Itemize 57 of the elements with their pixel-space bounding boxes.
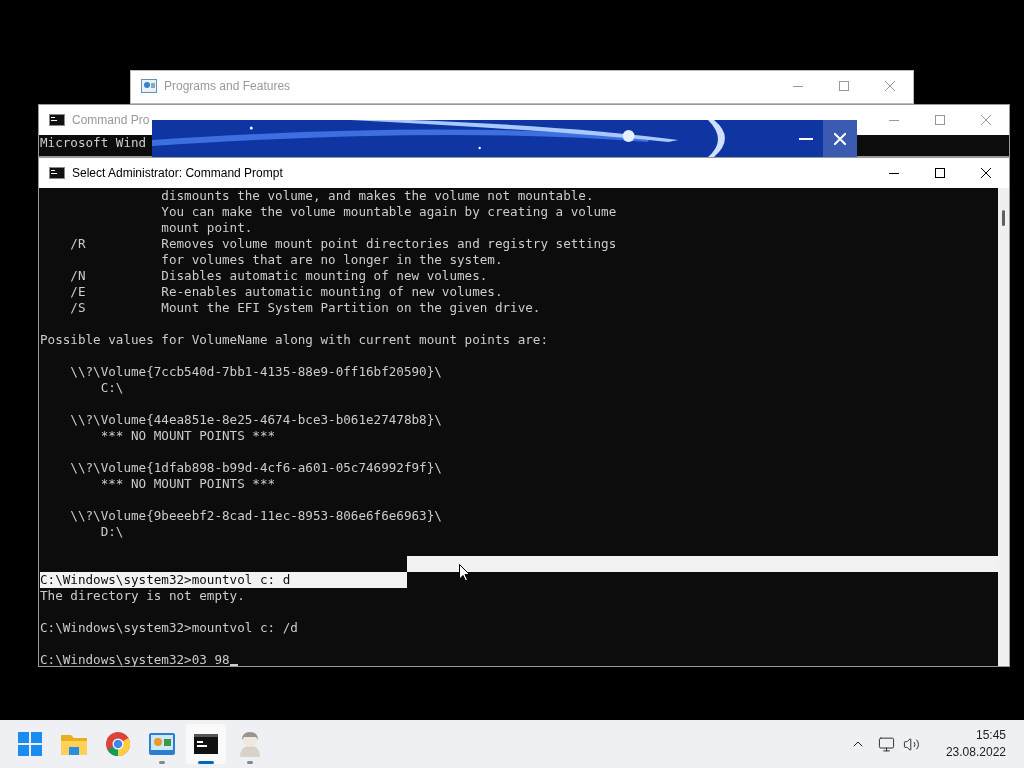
browser-icon — [106, 732, 130, 756]
console-line: dismounts the volume, and makes the volume not mountable. — [160, 188, 594, 204]
folder-icon — [61, 733, 87, 755]
console-line: /N Disables automatic mounting of new volumes. — [69, 268, 488, 284]
maximize-icon — [935, 115, 945, 125]
running-indicator — [198, 761, 214, 764]
minimize-icon — [889, 172, 899, 174]
windows-logo-icon — [18, 732, 42, 756]
console-line: D:\ — [99, 524, 124, 540]
taskbar-button[interactable] — [186, 724, 226, 764]
console-line: C:\Windows\system32>03 98 — [40, 652, 230, 666]
console-line: C:\ — [99, 380, 124, 396]
close-icon — [981, 168, 991, 178]
console-line: The directory is not empty. — [40, 588, 245, 604]
maximize-icon — [935, 168, 945, 178]
console-line: /E Re-enables automatic mounting of new volumes. — [69, 284, 503, 300]
volume-icon[interactable] — [902, 735, 920, 753]
control-panel-icon — [141, 78, 157, 94]
console-line: /R Removes volume mount point directories and registry settings — [69, 236, 617, 252]
console-line: You can make the volume mountable again by creating a volume — [160, 204, 617, 220]
running-indicator — [247, 761, 253, 764]
console-line: \\?\Volume{44ea851e-8e25-4674-bce3-b061e27478b8}\ — [69, 412, 442, 428]
minimize-icon — [793, 85, 803, 87]
close-icon — [834, 132, 846, 145]
scrollbar[interactable] — [998, 188, 1009, 666]
console-icon — [49, 167, 65, 179]
window-title: Command Pro — [72, 112, 150, 129]
maximize-icon — [839, 81, 849, 91]
console-line: C:\Windows\system32>mountvol c: /d — [40, 620, 298, 636]
console-line: *** NO MOUNT POINTS *** — [99, 476, 276, 492]
terminal-icon — [194, 734, 218, 754]
text-cursor — [229, 664, 238, 666]
console-line: \\?\Volume{7ccb540d-7bb1-4135-88e9-0ff16bf20590}\ — [69, 364, 442, 380]
console-line: \\?\Volume{1dfab898-b99d-4cf6-a601-05c746992f9f}\ — [69, 460, 442, 476]
console-line: *** NO MOUNT POINTS *** — [99, 428, 276, 444]
mouse-pointer-icon — [459, 564, 470, 582]
scrollbar-thumb[interactable] — [1002, 210, 1005, 226]
console-line: for volumes that are no longer in the system. — [160, 252, 503, 268]
console-line: \\?\Volume{9beeebf2-8cad-11ec-8953-806e6f6e6963}\ — [69, 508, 442, 524]
close-button[interactable] — [823, 120, 857, 157]
running-indicator — [159, 761, 165, 764]
control-panel-icon — [149, 733, 175, 755]
window-title: Select Administrator: Command Prompt — [72, 165, 283, 182]
close-icon — [885, 81, 895, 91]
clock-date[interactable]: 23.08.2022 — [945, 744, 1006, 761]
close-icon — [981, 115, 991, 125]
window-title: Programs and Features — [164, 78, 291, 95]
console-line: Microsoft Wind — [40, 135, 147, 151]
clock-time[interactable]: 15:45 — [975, 727, 1006, 744]
console-icon — [49, 114, 65, 126]
console-line: mount point. — [160, 220, 253, 236]
minimize-icon — [799, 137, 813, 140]
console-line: /S Mount the EFI System Partition on the given drive. — [69, 300, 541, 316]
minimize-icon — [889, 119, 899, 121]
figure-icon — [238, 731, 262, 757]
console-line: Possible values for VolumeName along with current mount points are: — [40, 332, 548, 348]
network-icon[interactable] — [877, 735, 895, 753]
